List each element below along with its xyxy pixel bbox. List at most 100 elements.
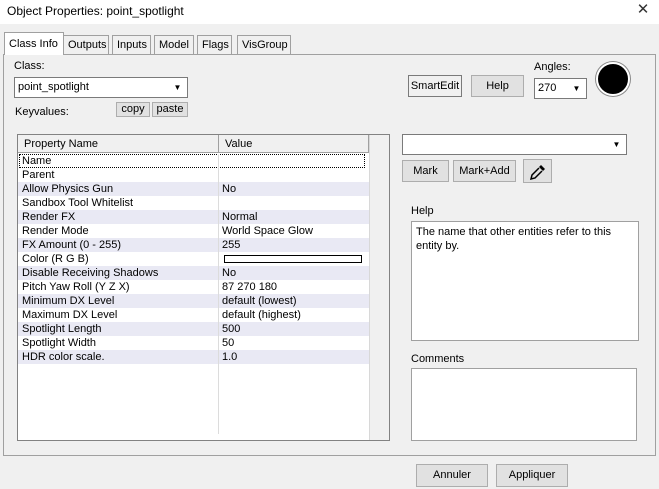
tab-visgroup[interactable]: VisGroup bbox=[237, 35, 291, 54]
chevron-down-icon[interactable]: ▼ bbox=[568, 80, 585, 97]
property-value: 255 bbox=[222, 239, 241, 251]
value-combobox[interactable]: ▼ bbox=[402, 134, 627, 155]
column-header-value[interactable]: Value bbox=[219, 135, 369, 153]
apply-button[interactable]: Appliquer bbox=[496, 464, 568, 487]
class-label: Class: bbox=[14, 60, 45, 72]
property-name: Allow Physics Gun bbox=[22, 183, 114, 195]
column-divider bbox=[218, 392, 219, 406]
column-divider bbox=[218, 182, 219, 196]
tab-class-info[interactable]: Class Info bbox=[4, 32, 64, 55]
property-name: Color (R G B) bbox=[22, 253, 89, 265]
column-divider bbox=[218, 350, 219, 364]
property-row[interactable]: Spotlight Length 500 bbox=[18, 322, 369, 336]
property-row[interactable]: Render Mode World Space Glow bbox=[18, 224, 369, 238]
column-divider bbox=[218, 364, 219, 378]
property-value: No bbox=[222, 183, 237, 195]
grid-scrollbar[interactable] bbox=[369, 135, 389, 440]
class-value: point_spotlight bbox=[18, 81, 89, 93]
property-row[interactable]: Sandbox Tool Whitelist bbox=[18, 196, 369, 210]
property-name: Parent bbox=[22, 169, 55, 181]
property-name: Name bbox=[19, 154, 365, 168]
column-divider bbox=[218, 420, 219, 434]
comments-title: Comments bbox=[411, 353, 465, 365]
property-name: Disable Receiving Shadows bbox=[22, 267, 159, 279]
property-row[interactable]: Pitch Yaw Roll (Y Z X) 87 270 180 bbox=[18, 280, 369, 294]
property-row[interactable]: Render FX Normal bbox=[18, 210, 369, 224]
paste-button[interactable]: paste bbox=[152, 102, 188, 117]
column-divider bbox=[218, 294, 219, 308]
cancel-button[interactable]: Annuler bbox=[416, 464, 488, 487]
property-row[interactable]: Color (R G B) bbox=[18, 252, 369, 266]
chevron-down-icon[interactable]: ▼ bbox=[608, 136, 625, 153]
tab-outputs[interactable]: Outputs bbox=[63, 35, 109, 54]
comments-textarea[interactable] bbox=[411, 368, 637, 441]
help-text: The name that other entities refer to th… bbox=[416, 226, 612, 252]
help-button[interactable]: Help bbox=[471, 75, 524, 97]
property-value: 87 270 180 bbox=[222, 281, 278, 293]
property-row[interactable]: Spotlight Width 50 bbox=[18, 336, 369, 350]
eyedropper-icon bbox=[529, 165, 545, 181]
property-name: HDR color scale. bbox=[22, 351, 105, 363]
window-title: Object Properties: point_spotlight bbox=[7, 4, 184, 18]
column-divider bbox=[218, 266, 219, 280]
angles-label: Angles: bbox=[534, 61, 571, 73]
angles-combobox[interactable]: 270 ▼ bbox=[534, 78, 587, 99]
property-name: Render FX bbox=[22, 211, 76, 223]
property-row[interactable]: Minimum DX Level default (lowest) bbox=[18, 294, 369, 308]
property-row[interactable]: Name bbox=[18, 154, 369, 168]
column-divider bbox=[218, 210, 219, 224]
property-name: Sandbox Tool Whitelist bbox=[22, 197, 134, 209]
empty-row bbox=[18, 378, 369, 392]
property-row[interactable]: HDR color scale. 1.0 bbox=[18, 350, 369, 364]
property-row[interactable]: Allow Physics Gun No bbox=[18, 182, 369, 196]
keyvalues-label: Keyvalues: bbox=[15, 106, 69, 118]
column-divider bbox=[218, 280, 219, 294]
property-value: 1.0 bbox=[222, 351, 238, 363]
angle-dial[interactable] bbox=[596, 62, 630, 96]
tab-inputs[interactable]: Inputs bbox=[112, 35, 151, 54]
property-name: Minimum DX Level bbox=[22, 295, 115, 307]
column-divider bbox=[218, 378, 219, 392]
empty-row bbox=[18, 420, 369, 434]
property-value: World Space Glow bbox=[222, 225, 313, 237]
class-combobox[interactable]: point_spotlight ▼ bbox=[14, 77, 188, 98]
tab-model[interactable]: Model bbox=[154, 35, 194, 54]
column-divider bbox=[218, 196, 219, 210]
column-divider bbox=[218, 168, 219, 182]
column-divider bbox=[218, 406, 219, 420]
chevron-down-icon[interactable]: ▼ bbox=[169, 79, 186, 96]
property-name: Pitch Yaw Roll (Y Z X) bbox=[22, 281, 130, 293]
color-swatch[interactable] bbox=[224, 255, 362, 263]
empty-row bbox=[18, 364, 369, 378]
mark-add-button[interactable]: Mark+Add bbox=[453, 160, 516, 182]
smartedit-button[interactable]: SmartEdit bbox=[408, 75, 462, 97]
mark-button[interactable]: Mark bbox=[402, 160, 449, 182]
property-row[interactable]: Maximum DX Level default (highest) bbox=[18, 308, 369, 322]
column-header-property-name[interactable]: Property Name bbox=[18, 135, 219, 153]
close-icon[interactable]: ✕ bbox=[634, 1, 652, 19]
property-row[interactable]: FX Amount (0 - 255) 255 bbox=[18, 238, 369, 252]
column-divider bbox=[218, 308, 219, 322]
property-value: 50 bbox=[222, 337, 235, 349]
property-value: No bbox=[222, 267, 237, 279]
property-name: Spotlight Width bbox=[22, 337, 96, 349]
property-name: Maximum DX Level bbox=[22, 309, 118, 321]
eyedropper-button[interactable] bbox=[523, 159, 552, 183]
property-row[interactable]: Disable Receiving Shadows No bbox=[18, 266, 369, 280]
angles-value: 270 bbox=[538, 82, 557, 94]
property-value: Normal bbox=[222, 211, 258, 223]
property-name: Render Mode bbox=[22, 225, 89, 237]
empty-row bbox=[18, 392, 369, 406]
property-value: default (lowest) bbox=[222, 295, 297, 307]
property-name: FX Amount (0 - 255) bbox=[22, 239, 122, 251]
column-divider bbox=[218, 224, 219, 238]
column-divider bbox=[218, 252, 219, 266]
grid-header: Property Name Value bbox=[18, 135, 369, 153]
tab-flags[interactable]: Flags bbox=[197, 35, 232, 54]
property-value: 500 bbox=[222, 323, 241, 335]
column-divider bbox=[218, 238, 219, 252]
copy-button[interactable]: copy bbox=[116, 102, 150, 117]
property-grid: Property Name Value Name Parent Allow Phys… bbox=[17, 134, 390, 441]
empty-row bbox=[18, 406, 369, 420]
property-row[interactable]: Parent bbox=[18, 168, 369, 182]
